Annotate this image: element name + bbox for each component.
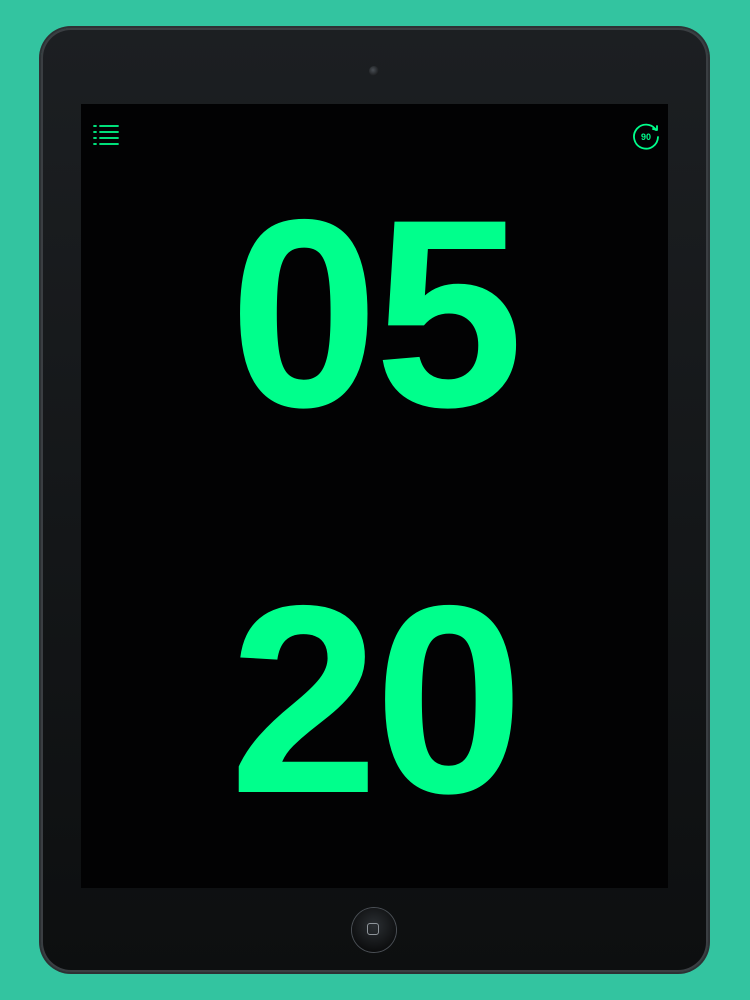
home-button[interactable] [352,908,396,952]
minutes-display: 05 [229,163,523,463]
home-button-icon [367,923,379,935]
timer-90-icon: 90 [633,123,659,150]
list-menu-icon [93,125,119,145]
timer-preset-label: 90 [641,132,651,142]
front-camera [369,66,379,76]
seconds-display: 20 [229,549,523,849]
app-screen: 90 05 20 [81,104,668,888]
page: 90 05 20 [0,0,750,1000]
timer-preset-button[interactable]: 90 [630,120,664,154]
menu-button[interactable] [91,120,121,150]
